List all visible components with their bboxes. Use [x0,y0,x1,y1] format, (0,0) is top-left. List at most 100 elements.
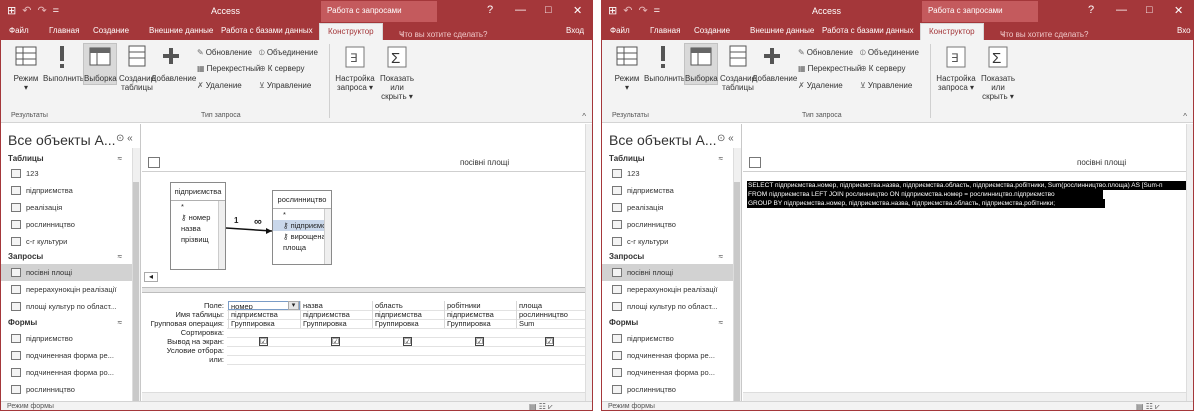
tab-database-tools[interactable]: Работа с базами данных [822,26,914,35]
grid-field-cell[interactable]: область [372,301,444,310]
tab-design[interactable]: Конструктор [319,23,383,40]
view-button[interactable]: Режим ▾ [608,44,646,92]
nav-item-table[interactable]: рослинництво [1,216,132,233]
nav-item-query[interactable]: перерахунокцін реалізації [602,281,733,298]
nav-item-query[interactable]: площі культур по област... [1,298,132,315]
table-pane[interactable]: підприємства * ⚷ номер назва прізвищ 1 ∞… [142,172,585,287]
nav-item-table[interactable]: с-г культури [1,233,132,250]
run-button[interactable]: Выполнить [644,44,685,83]
sign-in-link[interactable]: Вхо [1177,26,1191,35]
document-tab-title[interactable]: посівні площі [460,158,509,167]
show-hide-button[interactable]: Σ Показать или скрыть ▾ [375,44,419,101]
field-item-selected[interactable]: ⚷ підприємство [273,220,331,231]
customize-qat-icon[interactable]: = [53,5,65,17]
nav-pane-title[interactable]: Все объекты А... [609,132,717,148]
nav-item-table[interactable]: реалізація [602,199,733,216]
nav-item-query-active[interactable]: посівні площі [1,264,132,281]
field-item-key[interactable]: ⚷ номер [171,212,225,223]
collapse-ribbon-icon[interactable]: ^ [582,112,586,121]
document-tab-title[interactable]: посівні площі [1077,158,1126,167]
grid-total-cell[interactable]: Группировка [300,319,372,328]
horizontal-scrollbar[interactable] [743,392,1186,401]
nav-item-table[interactable]: с-г культури [602,233,733,250]
grid-field-cell[interactable]: назва [300,301,372,310]
grid-total-cell[interactable]: Группировка [444,319,516,328]
maximize-button[interactable]: □ [1146,4,1153,16]
sql-line-groupby[interactable]: GROUP BY підприємства.номер, підприємств… [747,199,1105,208]
field-item[interactable]: площа [273,242,331,253]
tab-external-data[interactable]: Внешние данные [149,26,213,35]
sign-in-link[interactable]: Вход [566,26,584,35]
select-query-button[interactable]: Выборка [684,43,718,85]
pass-through-button[interactable]: ⊕ К серверу [259,64,304,73]
view-button[interactable]: Режим ▾ [7,44,45,92]
tab-external-data[interactable]: Внешние данные [750,26,814,35]
field-item[interactable]: * [273,209,331,220]
show-checkbox[interactable]: ☑ [403,337,412,346]
table-box-title[interactable]: рослинництво [273,191,331,209]
table-box-roslynnytstvo[interactable]: рослинництво * ⚷ підприємство ⚷ вирощена… [272,190,332,265]
make-table-button[interactable]: Создание таблицы [119,44,155,92]
table-box-scrollbar[interactable] [218,201,225,269]
save-icon[interactable]: ⊞ [608,5,623,17]
vertical-scrollbar[interactable] [585,124,592,401]
dropdown-arrow-icon[interactable]: ▾ [288,301,299,310]
help-button[interactable]: ? [1088,4,1094,16]
grid-total-cell[interactable]: Группировка [372,319,444,328]
nav-scroll-thumb[interactable] [734,182,740,410]
nav-item-table[interactable]: 123 [1,165,132,182]
quick-access-toolbar[interactable]: ⊞↶↷= [7,4,65,17]
nav-item-table[interactable]: реалізація [1,199,132,216]
redo-icon[interactable]: ↷ [638,5,653,17]
sql-editor[interactable]: SELECT підприємства.номер, підприємства.… [743,172,1186,392]
nav-pane-title[interactable]: Все объекты А... [8,132,116,148]
update-button[interactable]: ✎ Обновление [798,48,853,57]
tab-file[interactable]: Файл [610,26,630,35]
delete-button[interactable]: ✗ Удаление [197,81,242,90]
query-setup-button[interactable]: ∃ Настройка запроса ▾ [335,44,375,92]
data-definition-button[interactable]: ⊻ Управление [860,81,912,90]
collapse-ribbon-icon[interactable]: ^ [1183,112,1187,121]
grid-total-cell[interactable]: Sum [516,319,584,328]
save-icon[interactable]: ⊞ [7,5,22,17]
table-box-pidpryiemstva[interactable]: підприємства * ⚷ номер назва прізвищ [170,182,226,270]
show-checkbox[interactable]: ☑ [259,337,268,346]
sql-line-select[interactable]: SELECT підприємства.номер, підприємства.… [747,181,1186,190]
crosstab-button[interactable]: ▦ Перекрестный [798,64,861,73]
grid-field-cell[interactable]: площа [516,301,584,310]
close-button[interactable]: ✕ [1174,4,1183,17]
nav-scrollbar[interactable] [132,148,140,410]
nav-item-table[interactable]: 123 [602,165,733,182]
show-hide-button[interactable]: Σ Показать или скрыть ▾ [976,44,1020,101]
view-switcher-icons[interactable]: ▤ ☷ ⩗ [529,402,553,410]
nav-item-query[interactable]: перерахунокцін реалізації [1,281,132,298]
grid-total-cell[interactable]: Группировка [228,319,300,328]
tab-home[interactable]: Главная [49,26,79,35]
field-item[interactable]: прізвищ [171,234,225,245]
make-table-button[interactable]: Создание таблицы [720,44,756,92]
nav-scroll-thumb[interactable] [133,182,139,410]
tab-file[interactable]: Файл [9,26,29,35]
tab-home[interactable]: Главная [650,26,680,35]
undo-icon[interactable]: ↶ [623,5,638,17]
append-button[interactable]: Добавление [752,44,797,83]
crosstab-button[interactable]: ▦ Перекрестный [197,64,260,73]
nav-item-table[interactable]: підприємства [602,182,733,199]
tab-create[interactable]: Создание [694,26,730,35]
nav-item-form[interactable]: подчиненная форма ро... [1,364,132,381]
undo-icon[interactable]: ↶ [22,5,37,17]
help-button[interactable]: ? [487,4,493,16]
sql-line-from[interactable]: FROM підприємства LEFT JOIN рослинництво… [747,190,1103,199]
vertical-scrollbar[interactable] [1186,124,1193,401]
nav-pane-collapse-icon[interactable]: ⊙ « [717,133,734,144]
table-box-scrollbar[interactable] [324,209,331,264]
show-checkbox[interactable]: ☑ [475,337,484,346]
nav-item-query-active[interactable]: посівні площі [602,264,733,281]
maximize-button[interactable]: □ [545,4,552,16]
delete-button[interactable]: ✗ Удаление [798,81,843,90]
grid-field-cell[interactable]: робітники [444,301,516,310]
tab-create[interactable]: Создание [93,26,129,35]
quick-access-toolbar[interactable]: ⊞↶↷= [608,4,666,17]
redo-icon[interactable]: ↷ [37,5,52,17]
nav-scrollbar[interactable] [733,148,741,410]
